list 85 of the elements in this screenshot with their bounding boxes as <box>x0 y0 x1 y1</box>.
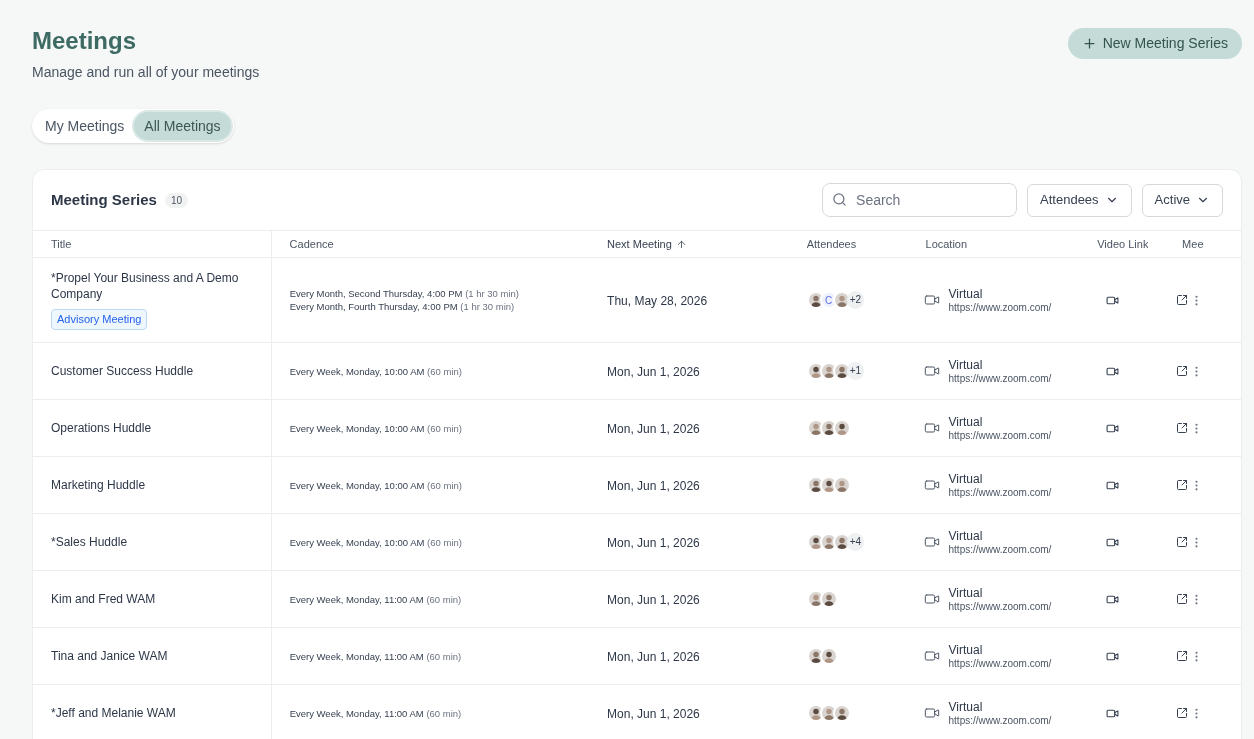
video-camera-icon <box>923 292 940 308</box>
video-camera-icon <box>923 648 940 664</box>
meeting-title[interactable]: Operations Huddle <box>51 420 251 436</box>
meeting-title[interactable]: *Sales Huddle <box>51 534 251 550</box>
avatar-icon <box>819 647 838 665</box>
location-url[interactable]: https://www.zoom.com/ <box>948 485 1052 499</box>
column-header[interactable]: Next Meeting <box>607 235 672 253</box>
meeting-title[interactable]: *Propel Your Business and A Demo Company <box>51 270 251 303</box>
next-meeting-date: Mon, Jun 1, 2026 <box>607 479 700 493</box>
next-meeting-date: Mon, Jun 1, 2026 <box>607 707 700 721</box>
open-meeting-icon[interactable] <box>1176 365 1189 377</box>
column-header[interactable]: Attendees <box>806 235 857 253</box>
location-url[interactable]: https://www.zoom.com/ <box>948 371 1052 385</box>
meeting-title[interactable]: *Jeff and Melanie WAM <box>51 705 251 721</box>
open-meeting-icon[interactable] <box>1176 479 1189 491</box>
cadence-text: Every Week, Monday, 11:00 AM (60 min) <box>289 649 463 663</box>
next-meeting-date: Mon, Jun 1, 2026 <box>607 650 700 664</box>
location-url[interactable]: https://www.zoom.com/ <box>948 599 1052 613</box>
avatar-icon <box>819 590 838 608</box>
next-meeting-date: Mon, Jun 1, 2026 <box>607 536 700 550</box>
location-name: Virtual <box>948 286 984 301</box>
video-camera-icon <box>923 591 940 607</box>
next-meeting-date: Mon, Jun 1, 2026 <box>607 593 700 607</box>
video-camera-icon <box>923 420 940 436</box>
avatar-icon <box>832 704 851 722</box>
location-name: Virtual <box>948 528 984 543</box>
tab[interactable]: All Meetings <box>134 112 231 140</box>
open-meeting-icon[interactable] <box>1176 593 1189 605</box>
cadence-text: Every Month, Second Thursday, 4:00 PM (1 hr 30 min) <box>289 287 520 300</box>
location-url[interactable]: https://www.zoom.com/ <box>948 542 1052 556</box>
cadence-text: Every Week, Monday, 10:00 AM (60 min) <box>289 421 463 435</box>
meeting-title[interactable]: Tina and Janice WAM <box>51 648 251 664</box>
next-meeting-date: Mon, Jun 1, 2026 <box>607 422 700 436</box>
column-header[interactable]: Video Link <box>1097 235 1149 253</box>
meeting-tag: Advisory Meeting <box>51 309 148 330</box>
cadence-text: Every Week, Monday, 11:00 AM (60 min) <box>289 706 463 720</box>
open-meeting-icon[interactable] <box>1176 294 1189 306</box>
cadence-text: Every Week, Monday, 10:00 AM (60 min) <box>289 535 463 549</box>
avatar-icon <box>832 476 851 494</box>
search-icon <box>832 192 848 207</box>
count-badge: 10 <box>164 192 188 208</box>
location-url[interactable]: https://www.zoom.com/ <box>948 656 1052 670</box>
next-meeting-date: Thu, May 28, 2026 <box>607 294 708 308</box>
location-name: Virtual <box>948 471 984 486</box>
more-attendees-count: +1 <box>846 362 865 380</box>
location-name: Virtual <box>948 699 984 714</box>
more-attendees-count: +4 <box>846 533 865 551</box>
location-name: Virtual <box>948 585 984 600</box>
location-name: Virtual <box>948 414 984 429</box>
cadence-text: Every Week, Monday, 10:00 AM (60 min) <box>289 478 463 492</box>
page-title: Meetings <box>32 26 137 56</box>
meeting-title[interactable]: Customer Success Huddle <box>51 363 251 379</box>
cadence-text: Every Week, Monday, 10:00 AM (60 min) <box>289 364 463 378</box>
location-url[interactable]: https://www.zoom.com/ <box>948 713 1052 727</box>
location-name: Virtual <box>948 357 984 372</box>
open-meeting-icon[interactable] <box>1176 536 1189 548</box>
open-meeting-icon[interactable] <box>1176 707 1189 719</box>
open-meeting-icon[interactable] <box>1176 650 1189 662</box>
meeting-title[interactable]: Kim and Fred WAM <box>51 591 251 607</box>
more-attendees-count: +2 <box>846 291 865 309</box>
search-field[interactable]: Search <box>822 183 1018 217</box>
video-camera-icon <box>923 705 940 721</box>
video-camera-icon <box>923 363 940 379</box>
open-meeting-icon[interactable] <box>1176 422 1189 434</box>
location-url[interactable]: https://www.zoom.com/ <box>948 300 1052 314</box>
avatar-icon <box>832 419 851 437</box>
column-header[interactable]: Cadence <box>289 235 334 253</box>
tab[interactable]: My Meetings <box>35 112 135 140</box>
page-subtitle: Manage and run all of your meetings <box>32 63 260 82</box>
filter-dropdown[interactable]: Attendees <box>1027 183 1132 217</box>
next-meeting-date: Mon, Jun 1, 2026 <box>607 365 700 379</box>
location-url[interactable]: https://www.zoom.com/ <box>948 428 1052 442</box>
column-header[interactable]: Title <box>51 235 72 253</box>
plus-icon <box>1081 36 1097 51</box>
column-header[interactable]: Location <box>925 235 968 253</box>
cadence-text: Every Month, Fourth Thursday, 4:00 PM (1 hr 30 min) <box>289 300 516 313</box>
video-camera-icon <box>923 477 940 493</box>
cadence-text: Every Week, Monday, 11:00 AM (60 min) <box>289 592 463 606</box>
panel-title: Meeting Series <box>51 189 157 210</box>
filter-dropdown[interactable]: Active <box>1141 183 1223 217</box>
video-camera-icon <box>923 534 940 550</box>
location-name: Virtual <box>948 642 984 657</box>
meeting-title[interactable]: Marketing Huddle <box>51 477 251 493</box>
column-header[interactable]: Mee <box>1182 235 1204 253</box>
new-meeting-series-button[interactable]: New Meeting Series <box>1067 28 1242 59</box>
